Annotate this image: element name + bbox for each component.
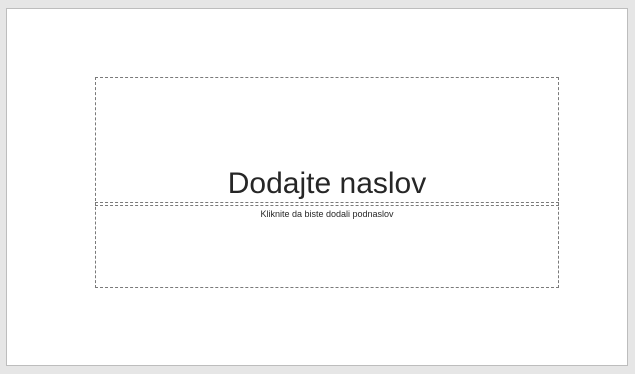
title-placeholder[interactable]: Dodajte naslov xyxy=(95,77,559,206)
slide[interactable]: Dodajte naslov Kliknite da biste dodali … xyxy=(6,8,628,366)
subtitle-placeholder-text: Kliknite da biste dodali podnaslov xyxy=(260,209,394,219)
subtitle-placeholder[interactable]: Kliknite da biste dodali podnaslov xyxy=(95,202,559,288)
title-placeholder-text: Dodajte naslov xyxy=(227,167,427,200)
slide-editor-canvas: Dodajte naslov Kliknite da biste dodali … xyxy=(0,0,635,374)
